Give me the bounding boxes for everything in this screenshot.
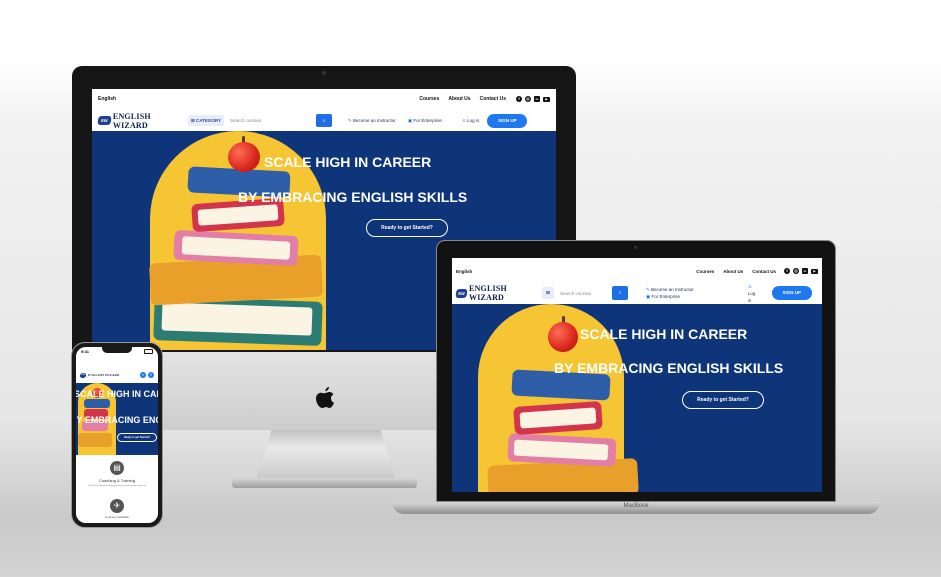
youtube-icon[interactable]: ▶: [543, 96, 550, 102]
feature-2-title: Courses Available: [105, 515, 129, 519]
become-instructor-link[interactable]: ✎ Become an Instructor: [348, 118, 396, 124]
book: [78, 433, 112, 447]
search-icon: ⌕: [618, 290, 622, 295]
search-button[interactable]: ⌕: [612, 286, 628, 300]
menu-icon[interactable]: ≡: [148, 372, 154, 378]
search-button[interactable]: ⌕: [316, 114, 332, 127]
for-enterprise-label: For Enterprise: [413, 117, 442, 123]
logo-text: ENGLISH WIZARD: [469, 284, 507, 302]
logo-text[interactable]: ENGLISH WIZARD: [88, 373, 120, 377]
main-nav: EW ENGLISH WIZARD ⊞ CATEGORY Search cour…: [92, 111, 556, 130]
become-instructor-label: Become an Instructor: [651, 287, 694, 292]
search-input[interactable]: Search courses: [560, 291, 612, 296]
laptop-camera: [634, 246, 637, 249]
apple-fruit: [548, 322, 578, 352]
hero-banner: SCALE HIGH IN CAREER BY EMBRACING ENGLIS…: [452, 304, 822, 492]
login-link[interactable]: ♙ Log in: [748, 283, 760, 304]
coaching-icon: ▤: [110, 461, 124, 475]
login-link[interactable]: ♙ Log in: [462, 118, 480, 124]
facebook-icon[interactable]: f: [784, 268, 790, 274]
instagram-icon[interactable]: ◎: [525, 96, 531, 102]
courses-icon: ✈: [110, 499, 124, 513]
feature-card-1: ▤ Coaching & Training Be the best Englis…: [76, 455, 158, 495]
category-button[interactable]: ⊞: [542, 287, 554, 299]
language-selector[interactable]: English: [98, 96, 410, 102]
phone-hero: SCALE HIGH IN CAREER BY EMBRACING ENGLIS…: [76, 383, 158, 455]
phone-status-bar: 9:41: [76, 347, 158, 356]
for-enterprise-link[interactable]: ▣ For Enterprise: [646, 293, 694, 300]
become-instructor-label: Become an Instructor: [353, 117, 396, 123]
language-selector[interactable]: English: [456, 269, 687, 274]
search-icon: ⌕: [322, 118, 326, 123]
apple-fruit: [228, 142, 260, 172]
imac-stand: [256, 426, 396, 480]
linkedin-icon[interactable]: in: [534, 96, 540, 102]
for-enterprise-link[interactable]: ▣ For Enterprise: [408, 118, 442, 124]
youtube-icon[interactable]: ▶: [811, 268, 818, 274]
feature-1-title: Coaching & Training: [98, 478, 136, 483]
hero-heading-line1: SCALE HIGH IN CAREER: [76, 389, 158, 399]
hero-cta-button[interactable]: Ready to get Started?: [682, 391, 764, 409]
nav-link-contact[interactable]: Contact Us: [480, 96, 506, 102]
feature-card-2: ✈ Courses Available: [76, 495, 158, 523]
apple-logo-icon: [314, 386, 336, 412]
logo-text: ENGLISH WIZARD: [112, 111, 151, 130]
phone-screen: 9:41 EW ENGLISH WIZARD ⌕ ≡ SCALE HIGH IN…: [76, 347, 158, 523]
top-bar: English Courses About Us Contact Us f ◎ …: [452, 258, 822, 284]
notch: [102, 347, 132, 353]
become-instructor-link[interactable]: ✎ Become an Instructor: [646, 286, 694, 293]
login-label: Log in: [467, 117, 480, 123]
feature-1-text: Be the best English language you can wit…: [88, 485, 146, 487]
top-bar: English Courses About Us Contact Us f ◎ …: [92, 89, 556, 109]
logo-badge: EW: [455, 288, 468, 298]
imac-camera: [322, 71, 326, 75]
status-time: 9:41: [81, 349, 90, 354]
book-pages: [161, 302, 313, 336]
facebook-icon[interactable]: f: [516, 96, 522, 102]
hero-heading-line1: SCALE HIGH IN CAREER: [264, 154, 432, 170]
hero-heading-line1: SCALE HIGH IN CAREER: [580, 326, 748, 342]
site-logo[interactable]: EW ENGLISH WIZARD: [97, 111, 182, 130]
search-icon[interactable]: ⌕: [140, 372, 146, 378]
logo-badge: EW: [97, 116, 112, 125]
laptop-screen: English Courses About Us Contact Us f ◎ …: [452, 258, 822, 492]
user-icon: ♙: [747, 283, 752, 289]
enterprise-links: ✎ Become an Instructor ▣ For Enterprise: [646, 286, 694, 300]
imac-stand-base: [232, 478, 417, 488]
nav-link-about[interactable]: About Us: [723, 269, 743, 274]
signup-button[interactable]: SIGN UP: [487, 113, 528, 128]
login-label: Log in: [747, 290, 756, 303]
website: English Courses About Us Contact Us f ◎ …: [452, 258, 822, 492]
battery-icon: [144, 349, 153, 354]
laptop-brand: MacBook: [623, 503, 649, 509]
site-logo[interactable]: EW ENGLISH WIZARD: [455, 284, 538, 302]
nav-link-contact[interactable]: Contact Us: [752, 269, 776, 274]
logo-badge: EW: [79, 372, 87, 378]
category-button[interactable]: ⊞ CATEGORY: [188, 115, 224, 126]
phone-navbar: EW ENGLISH WIZARD ⌕ ≡: [76, 367, 158, 383]
nav-link-courses[interactable]: Courses: [419, 96, 439, 102]
hero-heading-line2: BY EMBRACING ENGLISH SKILLS: [76, 415, 158, 425]
book: [84, 399, 110, 408]
search-input[interactable]: Search courses: [230, 118, 316, 123]
category-label: CATEGORY: [196, 118, 222, 123]
nav-link-about[interactable]: About Us: [448, 96, 470, 102]
hero-heading-line2: BY EMBRACING ENGLISH SKILLS: [554, 360, 784, 376]
for-enterprise-label: For Enterprise: [651, 294, 681, 299]
nav-link-courses[interactable]: Courses: [696, 269, 714, 274]
hero-cta-button[interactable]: Ready to get Started?: [117, 433, 157, 442]
linkedin-icon[interactable]: in: [802, 268, 808, 274]
grid-icon: ⊞: [546, 290, 550, 295]
signup-button[interactable]: SIGN UP: [771, 286, 812, 300]
instagram-icon[interactable]: ◎: [793, 268, 799, 274]
main-nav: EW ENGLISH WIZARD ⊞ Search courses ⌕ ✎ B…: [452, 283, 822, 303]
hero-heading-line2: BY EMBRACING ENGLISH SKILLS: [238, 189, 468, 205]
hero-cta-button[interactable]: Ready to get Started?: [366, 219, 448, 237]
